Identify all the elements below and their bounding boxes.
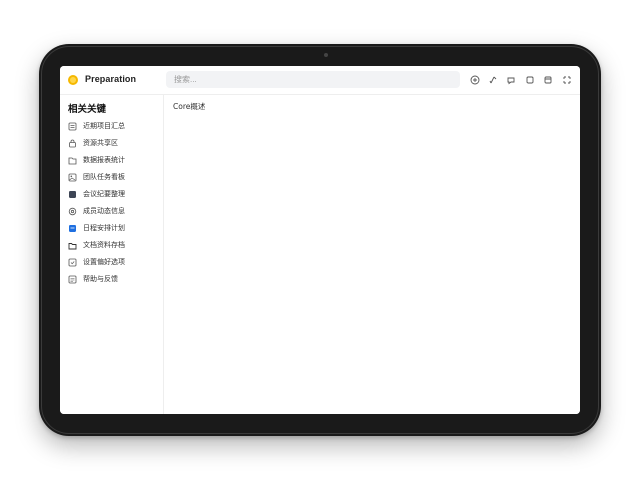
image-icon xyxy=(68,173,77,182)
share-icon[interactable] xyxy=(487,74,499,86)
sidebar: 相关关键 近期项目汇总 资源共享区 数据报表统计 团队任务看板 会议纪要整理 成… xyxy=(60,95,164,414)
camera-icon xyxy=(324,53,328,57)
sidebar-item-label: 帮助与反馈 xyxy=(83,275,118,283)
sidebar-item-9[interactable]: 帮助与反馈 xyxy=(68,272,160,286)
sidebar-item-label: 数据报表统计 xyxy=(83,156,125,164)
sidebar-item-8[interactable]: 设置偏好选项 xyxy=(68,255,160,269)
search-input[interactable] xyxy=(166,71,460,88)
sidebar-item-3[interactable]: 团队任务看板 xyxy=(68,170,160,184)
lock-icon xyxy=(68,139,77,148)
settings-icon[interactable] xyxy=(561,74,573,86)
checkbox-icon xyxy=(68,258,77,267)
top-bar: Preparation xyxy=(60,66,580,95)
app-logo-icon xyxy=(68,75,78,85)
dark-square-icon xyxy=(68,190,77,199)
sidebar-item-label: 近期项目汇总 xyxy=(83,122,125,130)
sidebar-item-6[interactable]: 日程安排计划 xyxy=(68,221,160,235)
sidebar-item-5[interactable]: 成员动态信息 xyxy=(68,204,160,218)
clipboard-icon xyxy=(68,275,77,284)
sidebar-item-label: 会议纪要整理 xyxy=(83,190,125,198)
document-icon xyxy=(68,122,77,131)
comment-icon[interactable] xyxy=(505,74,517,86)
sidebar-item-label: 文档资料存档 xyxy=(83,241,125,249)
app-screen: Preparation 相关关键 近期项目汇总 xyxy=(60,66,580,414)
add-icon[interactable] xyxy=(469,74,481,86)
sidebar-item-0[interactable]: 近期项目汇总 xyxy=(68,119,160,133)
app-title: Preparation xyxy=(85,74,137,84)
files-icon xyxy=(68,241,77,250)
layout-icon[interactable] xyxy=(524,74,536,86)
sidebar-item-4[interactable]: 会议纪要整理 xyxy=(68,187,160,201)
window-icon[interactable] xyxy=(542,74,554,86)
main-content: Core概述 xyxy=(164,95,580,414)
sidebar-item-2[interactable]: 数据报表统计 xyxy=(68,153,160,167)
sidebar-heading: 相关关键 xyxy=(68,104,107,115)
sidebar-item-label: 设置偏好选项 xyxy=(83,258,125,266)
sidebar-item-label: 资源共享区 xyxy=(83,139,118,147)
main-title: Core概述 xyxy=(173,102,206,111)
sidebar-item-label: 日程安排计划 xyxy=(83,224,125,232)
sidebar-item-1[interactable]: 资源共享区 xyxy=(68,136,160,150)
sidebar-item-7[interactable]: 文档资料存档 xyxy=(68,238,160,252)
gear-icon xyxy=(68,207,77,216)
calendar-icon xyxy=(68,224,77,233)
folder-icon xyxy=(68,156,77,165)
sidebar-item-label: 团队任务看板 xyxy=(83,173,125,181)
sidebar-item-label: 成员动态信息 xyxy=(83,207,125,215)
